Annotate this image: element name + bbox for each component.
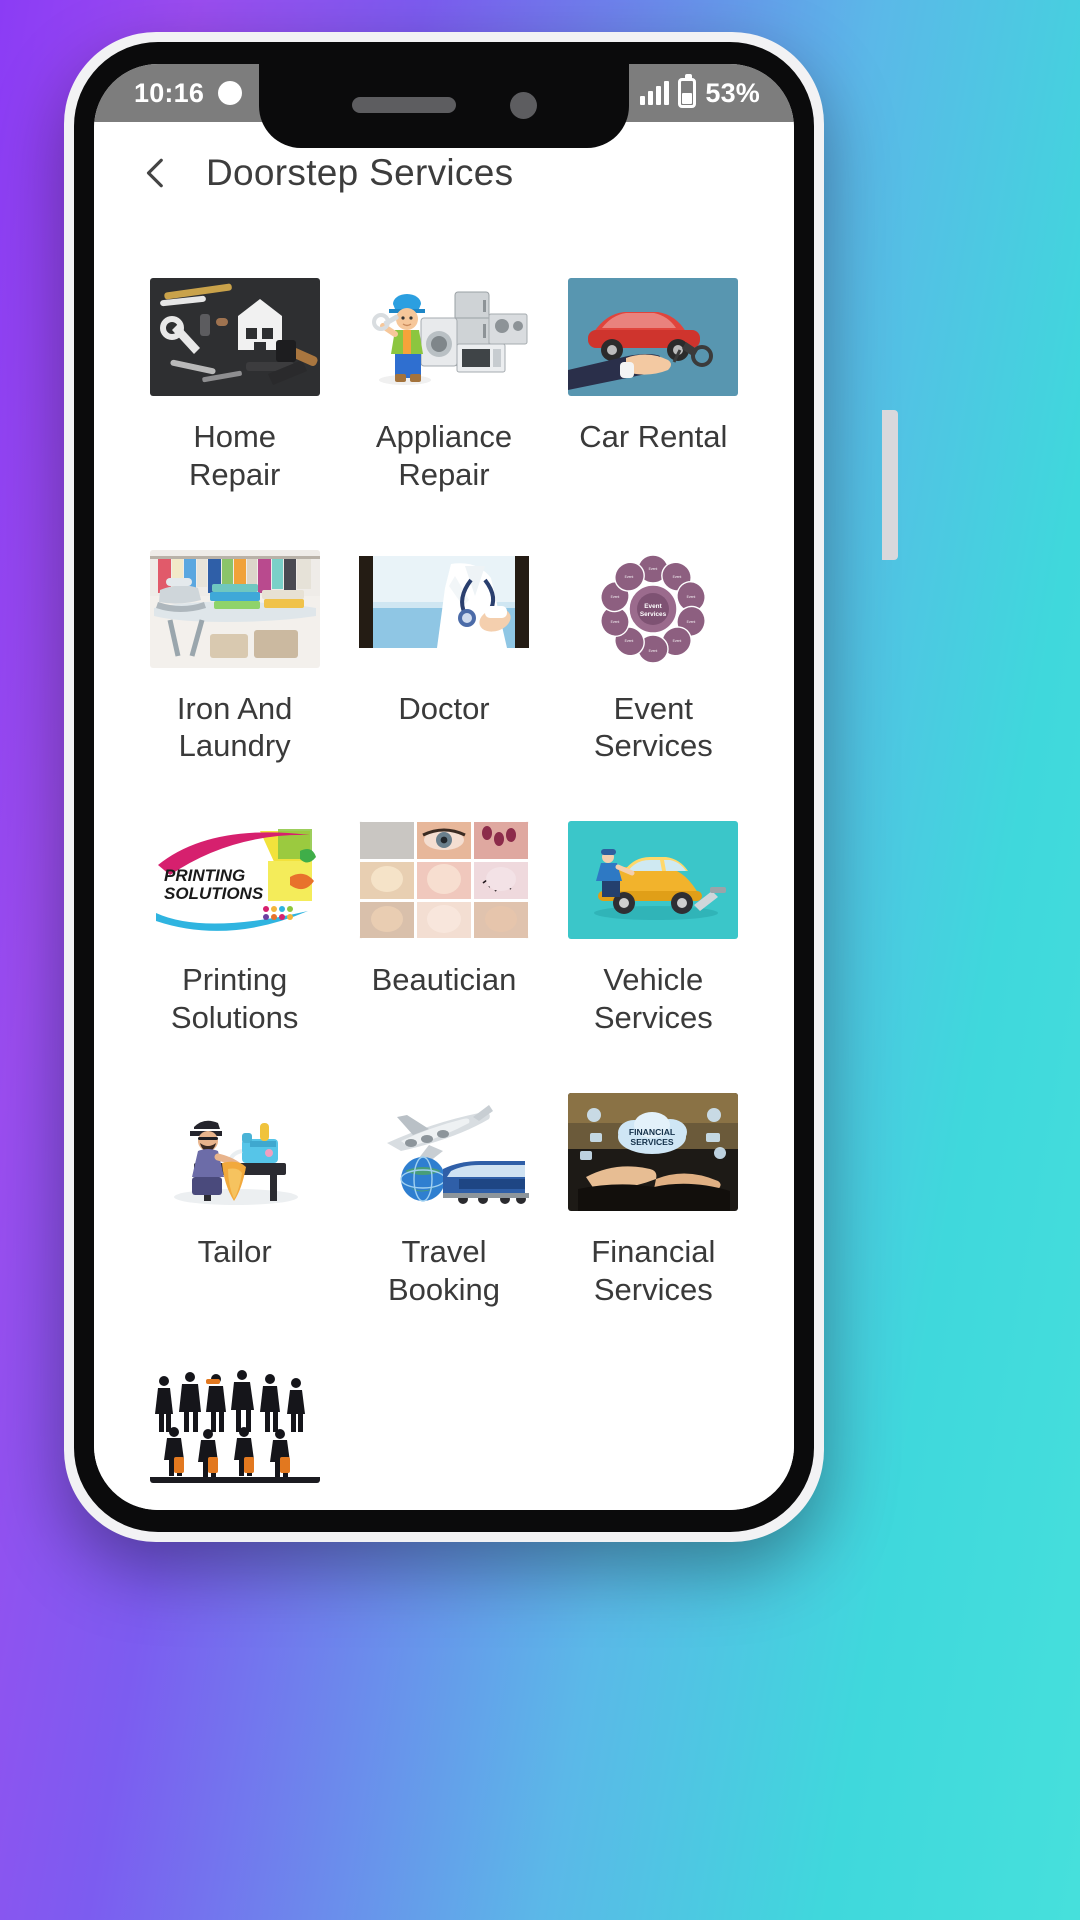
service-label: Doctor (398, 690, 489, 728)
battery-percent-label: 53% (705, 77, 760, 108)
svg-text:Event: Event (625, 639, 634, 643)
service-card-vehicle-services[interactable]: Vehicle Services (549, 821, 758, 1037)
tailor-sewing-image (149, 1092, 320, 1211)
service-label: Vehicle Services (594, 961, 713, 1037)
service-card-home-repair[interactable]: Home Repair (130, 278, 339, 494)
service-label-line1: Printing (182, 962, 288, 998)
service-label-line1: Home (193, 419, 277, 454)
service-label: Travel Booking (388, 1233, 500, 1309)
service-label-line1: Car Rental (579, 419, 728, 454)
service-label: Iron And Laundry (177, 690, 292, 766)
service-label-line2: Laundry (178, 728, 291, 764)
front-camera-icon (509, 91, 537, 119)
service-label-line1: Tailor (197, 1233, 272, 1269)
svg-text:Event: Event (611, 595, 620, 599)
svg-text:Event: Event (673, 575, 682, 579)
clock-icon (218, 81, 243, 105)
home-repair-tools-image (149, 278, 320, 396)
svg-text:Services: Services (640, 611, 667, 618)
service-label-line1: Vehicle (603, 962, 704, 998)
phone-power-button[interactable] (882, 410, 898, 560)
financial-logo-line1: FINANCIAL (629, 1127, 675, 1137)
status-bar-time: 10:16 (134, 77, 205, 108)
svg-text:Event: Event (625, 575, 634, 579)
svg-text:Event: Event (687, 595, 696, 599)
service-card-printing-solutions[interactable]: PRINTING SOLUTIONS Printing Solutions (130, 821, 339, 1037)
service-card-appliance-repair[interactable]: Appliance Repair (339, 278, 548, 494)
car-rental-image (568, 278, 739, 396)
service-label-line2: Repair (398, 456, 490, 492)
service-card-doctor[interactable]: Doctor (339, 549, 548, 766)
security-guards-silhouette-image (149, 1364, 320, 1483)
financial-services-image: FINANCIAL SERVICES (568, 1092, 739, 1211)
printing-logo-line1: PRINTING (164, 866, 245, 885)
service-label-line2: Booking (387, 1271, 500, 1307)
svg-text:Event: Event (645, 603, 663, 610)
service-label-line1: Iron And (176, 690, 293, 726)
travel-booking-image (358, 1092, 529, 1211)
financial-logo-line2: SERVICES (631, 1137, 675, 1147)
page-title: Doorstep Services (206, 152, 514, 193)
svg-text:Event: Event (649, 567, 658, 571)
service-label: Financial Services (591, 1233, 715, 1309)
service-label: Beautician (372, 961, 517, 999)
service-card-iron-and-laundry[interactable]: Iron And Laundry (130, 549, 339, 766)
svg-text:Event: Event (611, 620, 620, 624)
signal-icon (640, 81, 670, 105)
service-card-beautician[interactable]: Beautician (339, 821, 548, 1037)
appliance-repair-image (358, 278, 529, 396)
services-scroll-area[interactable]: Home Repair Appliance Repair Car Rental … (94, 224, 794, 1510)
svg-text:Event: Event (673, 639, 682, 643)
phone-screen: 10:16 53% Doorstep Services Home Repair … (94, 64, 794, 1510)
service-label: Event Services (594, 690, 713, 766)
service-label-line1: Appliance (375, 419, 513, 454)
service-card-car-rental[interactable]: Car Rental (549, 278, 758, 494)
chevron-left-icon (146, 158, 163, 188)
svg-text:Event: Event (687, 620, 696, 624)
service-card-financial-services[interactable]: FINANCIAL SERVICES Financial Services (549, 1092, 758, 1309)
beautician-collage-image (358, 821, 529, 940)
service-label-line1: Doctor (398, 690, 490, 726)
service-label-line2: Services (593, 1271, 713, 1307)
back-button[interactable] (136, 149, 176, 197)
service-card-travel-booking[interactable]: Travel Booking (339, 1092, 548, 1309)
service-label-line2: Solutions (170, 1000, 299, 1036)
service-label: Printing Solutions (171, 961, 299, 1037)
iron-laundry-image (149, 549, 320, 668)
service-card-event-services[interactable]: Event Services Event Event Event Event E… (549, 549, 758, 766)
event-services-diagram-image: Event Services Event Event Event Event E… (568, 549, 739, 668)
service-label-line2: Services (593, 1000, 713, 1036)
phone-frame: 10:16 53% Doorstep Services Home Repair … (64, 32, 898, 1542)
earpiece-speaker-icon (351, 97, 456, 113)
svg-text:Event: Event (649, 649, 658, 653)
service-card-tailor[interactable]: Tailor (130, 1092, 339, 1309)
service-label-line2: Services (593, 728, 713, 764)
service-card-security-guards[interactable] (130, 1364, 339, 1505)
phone-notch (259, 64, 629, 148)
battery-icon (678, 74, 697, 108)
service-label-line1: Beautician (371, 962, 517, 998)
vehicle-services-image (568, 821, 739, 940)
service-label-line2: Repair (189, 456, 281, 492)
services-grid: Home Repair Appliance Repair Car Rental … (94, 224, 794, 1505)
service-label: Appliance Repair (376, 418, 512, 494)
service-label: Home Repair (189, 418, 280, 494)
service-label: Car Rental (579, 418, 727, 456)
doctor-stethoscope-image (358, 549, 529, 668)
printing-solutions-logo-image: PRINTING SOLUTIONS (149, 821, 320, 940)
phone-body: 10:16 53% Doorstep Services Home Repair … (74, 42, 814, 1532)
status-bar-left: 10:16 (94, 77, 243, 109)
status-bar-right: 53% (640, 74, 794, 109)
service-label-line1: Event (613, 690, 693, 726)
service-label-line1: Travel (401, 1233, 487, 1269)
service-label: Tailor (198, 1233, 272, 1271)
printing-logo-line2: SOLUTIONS (164, 884, 264, 903)
service-label-line1: Financial (591, 1233, 716, 1269)
